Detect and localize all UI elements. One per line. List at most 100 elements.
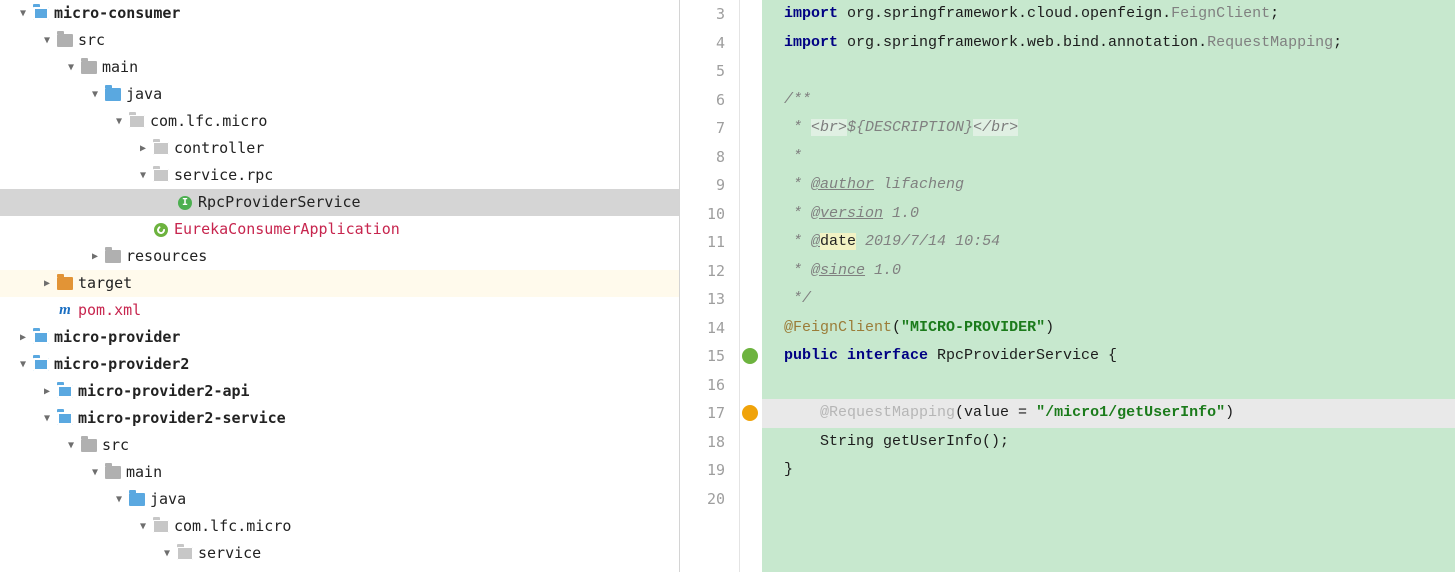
line-number[interactable]: 14	[680, 314, 725, 343]
code-line[interactable]: /**	[762, 86, 1455, 115]
code-line[interactable]: *	[762, 143, 1455, 172]
expand-arrow-icon[interactable]: ▼	[134, 513, 152, 540]
line-number[interactable]: 20	[680, 485, 725, 514]
token-str: "/micro1/getUserInfo"	[1036, 404, 1225, 421]
tree-label: EurekaConsumerApplication	[172, 216, 400, 243]
expand-arrow-icon[interactable]: ▼	[86, 459, 104, 486]
tree-node-pom-xml[interactable]: mpom.xml	[0, 297, 679, 324]
tree-node-micro-consumer[interactable]: ▼micro-consumer	[0, 0, 679, 27]
line-number[interactable]: 15	[680, 342, 725, 371]
tree-label: pom.xml	[76, 297, 141, 324]
code-line[interactable]: * @author lifacheng	[762, 171, 1455, 200]
line-number[interactable]: 13	[680, 285, 725, 314]
expand-arrow-icon[interactable]: ▼	[62, 432, 80, 459]
expand-arrow-icon[interactable]: ▶	[38, 378, 56, 405]
tree-node-src[interactable]: ▼src	[0, 27, 679, 54]
code-line[interactable]: import org.springframework.cloud.openfei…	[762, 0, 1455, 29]
code-line[interactable]: */	[762, 285, 1455, 314]
line-number[interactable]: 12	[680, 257, 725, 286]
token-plain: org.springframework.cloud.openfeign.	[838, 5, 1171, 22]
line-number[interactable]: 18	[680, 428, 725, 457]
tree-node-java[interactable]: ▼java	[0, 81, 679, 108]
code-line[interactable]: import org.springframework.web.bind.anno…	[762, 29, 1455, 58]
tree-node-main[interactable]: ▼main	[0, 54, 679, 81]
folder-icon	[104, 248, 122, 266]
tree-node-micro-provider2-service[interactable]: ▼micro-provider2-service	[0, 405, 679, 432]
expand-arrow-icon[interactable]: ▼	[134, 162, 152, 189]
code-line[interactable]	[762, 371, 1455, 400]
tree-node-main2[interactable]: ▼main	[0, 459, 679, 486]
editor-panel: 34567891011121314151617181920 import org…	[680, 0, 1455, 572]
code-line[interactable]	[762, 57, 1455, 86]
tree-node-java2[interactable]: ▼ java	[0, 486, 679, 513]
tree-node-micro-provider2[interactable]: ▼micro-provider2	[0, 351, 679, 378]
token-plain: (value =	[955, 404, 1036, 421]
expand-arrow-icon[interactable]: ▶	[14, 324, 32, 351]
intention-bulb-icon[interactable]	[742, 405, 758, 421]
code-line[interactable]	[762, 485, 1455, 514]
tree-node-resources[interactable]: ▶resources	[0, 243, 679, 270]
interface-icon: I	[176, 194, 194, 212]
line-number[interactable]: 19	[680, 456, 725, 485]
code-line[interactable]: * @since 1.0	[762, 257, 1455, 286]
line-number[interactable]: 17	[680, 399, 725, 428]
tree-node-com-lfc-micro[interactable]: ▼com.lfc.micro	[0, 108, 679, 135]
tree-node-micro-provider2-api[interactable]: ▶micro-provider2-api	[0, 378, 679, 405]
line-number[interactable]: 5	[680, 57, 725, 86]
token-jdoc: *	[784, 205, 811, 222]
token-plain: org.springframework.web.bind.annotation.	[838, 34, 1207, 51]
line-number[interactable]: 9	[680, 171, 725, 200]
editor-gutter[interactable]: 34567891011121314151617181920	[680, 0, 740, 572]
expand-arrow-icon[interactable]: ▼	[62, 54, 80, 81]
tree-label: java	[148, 486, 186, 513]
expand-arrow-icon[interactable]: ▼	[86, 81, 104, 108]
code-area[interactable]: import org.springframework.cloud.openfei…	[762, 0, 1455, 572]
tree-node-service-rpc[interactable]: ▼service.rpc	[0, 162, 679, 189]
tree-node-EurekaConsumerApplication[interactable]: EurekaConsumerApplication	[0, 216, 679, 243]
code-line[interactable]: * @version 1.0	[762, 200, 1455, 229]
code-line[interactable]: * <br>${DESCRIPTION}</br>	[762, 114, 1455, 143]
pkg-icon	[128, 113, 146, 131]
line-number[interactable]: 3	[680, 0, 725, 29]
code-line[interactable]: @FeignClient("MICRO-PROVIDER")	[762, 314, 1455, 343]
code-line[interactable]: String getUserInfo();	[762, 428, 1455, 457]
project-tree-panel[interactable]: ▼micro-consumer▼src▼main▼java▼com.lfc.mi…	[0, 0, 680, 572]
tree-node-micro-provider[interactable]: ▶micro-provider	[0, 324, 679, 351]
code-line[interactable]: * @date 2019/7/14 10:54	[762, 228, 1455, 257]
tree-label: com.lfc.micro	[172, 513, 291, 540]
code-line[interactable]: public interface RpcProviderService {	[762, 342, 1455, 371]
line-number[interactable]: 16	[680, 371, 725, 400]
tree-node-com-lfc-micro2[interactable]: ▼ com.lfc.micro	[0, 513, 679, 540]
tree-node-target[interactable]: ▶target	[0, 270, 679, 297]
expand-arrow-icon[interactable]: ▼	[38, 405, 56, 432]
token-plain	[784, 404, 820, 421]
tree-node-controller[interactable]: ▶controller	[0, 135, 679, 162]
code-line[interactable]: @RequestMapping(value = "/micro1/getUser…	[762, 399, 1455, 428]
tree-label: src	[100, 432, 129, 459]
token-jdoc: ${DESCRIPTION}	[847, 119, 973, 136]
tree-node-service2[interactable]: ▼service	[0, 540, 679, 567]
line-number[interactable]: 7	[680, 114, 725, 143]
expand-arrow-icon[interactable]: ▼	[110, 108, 128, 135]
tree-node-src2[interactable]: ▼ src	[0, 432, 679, 459]
expand-arrow-icon[interactable]: ▶	[38, 270, 56, 297]
line-number[interactable]: 10	[680, 200, 725, 229]
line-number[interactable]: 6	[680, 86, 725, 115]
gutter-run-icon[interactable]	[742, 348, 758, 364]
expand-arrow-icon[interactable]: ▼	[110, 486, 128, 513]
folder-orange-icon	[56, 275, 74, 293]
project-tree[interactable]: ▼micro-consumer▼src▼main▼java▼com.lfc.mi…	[0, 0, 679, 567]
line-number[interactable]: 11	[680, 228, 725, 257]
line-number[interactable]: 8	[680, 143, 725, 172]
tree-node-RpcProviderService[interactable]: IRpcProviderService	[0, 189, 679, 216]
token-plain: (	[892, 319, 901, 336]
expand-arrow-icon[interactable]: ▼	[14, 0, 32, 27]
expand-arrow-icon[interactable]: ▼	[14, 351, 32, 378]
line-number[interactable]: 4	[680, 29, 725, 58]
token-kw: import	[784, 5, 838, 22]
code-line[interactable]: }	[762, 456, 1455, 485]
expand-arrow-icon[interactable]: ▼	[158, 540, 176, 567]
expand-arrow-icon[interactable]: ▼	[38, 27, 56, 54]
expand-arrow-icon[interactable]: ▶	[134, 135, 152, 162]
expand-arrow-icon[interactable]: ▶	[86, 243, 104, 270]
